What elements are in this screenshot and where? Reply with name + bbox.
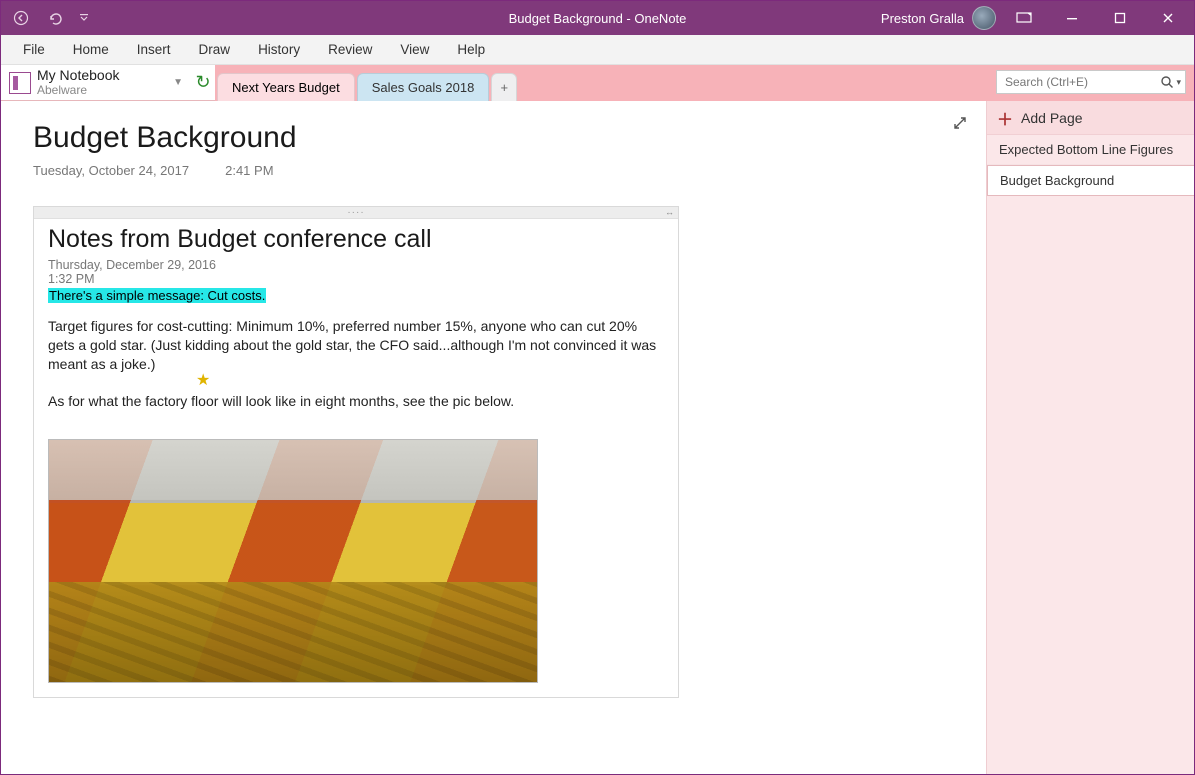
- note-container-header[interactable]: ···· ↔: [34, 207, 678, 219]
- notebook-title: My Notebook: [37, 68, 119, 83]
- page-list-pane: ＋ Add Page Expected Bottom Line Figures …: [986, 101, 1194, 774]
- search-box[interactable]: Search (Ctrl+E) ▾: [996, 70, 1186, 94]
- maximize-button[interactable]: [1100, 1, 1140, 35]
- menu-draw[interactable]: Draw: [185, 36, 245, 63]
- back-button[interactable]: [9, 6, 33, 30]
- page-time: 2:41 PM: [225, 163, 273, 178]
- resize-handle-icon[interactable]: ↔: [665, 207, 674, 217]
- ribbon-display-button[interactable]: [1004, 1, 1044, 35]
- avatar[interactable]: [972, 6, 996, 30]
- plus-icon: ＋: [997, 106, 1013, 130]
- search-placeholder: Search (Ctrl+E): [1005, 75, 1088, 89]
- note-paragraph-2[interactable]: ★ As for what the factory floor will loo…: [48, 392, 664, 411]
- notebook-section: Abelware: [37, 83, 119, 97]
- page-canvas[interactable]: Budget Background Tuesday, October 24, 2…: [1, 101, 986, 774]
- section-tabs: Next Years Budget Sales Goals 2018 +: [215, 65, 519, 101]
- menu-view[interactable]: View: [386, 36, 443, 63]
- page-date: Tuesday, October 24, 2017: [33, 163, 189, 178]
- close-button[interactable]: [1148, 1, 1188, 35]
- minimize-button[interactable]: [1052, 1, 1092, 35]
- search-scope-dropdown[interactable]: ▾: [1176, 77, 1181, 88]
- notebook-icon: [9, 72, 31, 94]
- note-paragraph-1[interactable]: Target figures for cost-cutting: Minimum…: [48, 317, 664, 374]
- star-tag-icon[interactable]: ★: [196, 370, 210, 392]
- sync-status-icon[interactable]: ↻: [191, 65, 215, 101]
- menu-bar: File Home Insert Draw History Review Vie…: [1, 35, 1194, 65]
- section-tab-bar: My Notebook Abelware ▼ ↻ Next Years Budg…: [1, 65, 1194, 101]
- chevron-down-icon: ▼: [173, 77, 183, 88]
- menu-home[interactable]: Home: [59, 36, 123, 63]
- menu-history[interactable]: History: [244, 36, 314, 63]
- qat-customize-button[interactable]: [77, 6, 91, 30]
- tab-next-years-budget[interactable]: Next Years Budget: [217, 73, 355, 101]
- title-bar: Budget Background - OneNote Preston Gral…: [1, 1, 1194, 35]
- page-item-budget-background[interactable]: Budget Background: [987, 165, 1194, 196]
- highlighted-text[interactable]: There's a simple message: Cut costs.: [48, 288, 266, 303]
- full-page-view-button[interactable]: [952, 115, 968, 131]
- menu-insert[interactable]: Insert: [123, 36, 185, 63]
- notebook-selector[interactable]: My Notebook Abelware ▼: [1, 65, 191, 101]
- window-title: Budget Background - OneNote: [509, 11, 687, 26]
- note-container[interactable]: ···· ↔ Notes from Budget conference call…: [33, 206, 679, 698]
- menu-file[interactable]: File: [9, 36, 59, 63]
- search-icon[interactable]: [1160, 75, 1174, 89]
- add-page-label: Add Page: [1021, 110, 1083, 126]
- add-page-button[interactable]: ＋ Add Page: [987, 101, 1194, 135]
- note-paragraph-2-text: As for what the factory floor will look …: [48, 393, 514, 409]
- tab-sales-goals-2018[interactable]: Sales Goals 2018: [357, 73, 490, 101]
- embedded-image[interactable]: [48, 439, 538, 683]
- page-title[interactable]: Budget Background: [33, 121, 954, 155]
- note-title[interactable]: Notes from Budget conference call: [48, 225, 664, 254]
- note-time: 1:32 PM: [48, 272, 664, 286]
- menu-review[interactable]: Review: [314, 36, 386, 63]
- menu-help[interactable]: Help: [443, 36, 499, 63]
- add-section-button[interactable]: +: [491, 73, 517, 101]
- user-name[interactable]: Preston Gralla: [881, 11, 964, 26]
- main-area: Budget Background Tuesday, October 24, 2…: [1, 101, 1194, 774]
- undo-button[interactable]: [43, 6, 67, 30]
- page-item-expected-bottom-line[interactable]: Expected Bottom Line Figures: [987, 135, 1194, 165]
- note-date: Thursday, December 29, 2016: [48, 258, 664, 272]
